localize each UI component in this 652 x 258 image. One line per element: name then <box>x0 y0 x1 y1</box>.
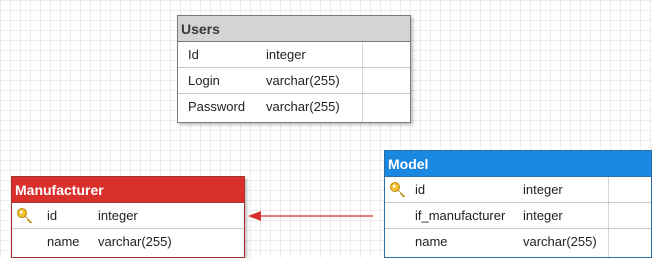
users-table[interactable]: Users Id integer Login varchar(255) Pass… <box>177 15 411 123</box>
field-type: varchar(255) <box>98 234 172 249</box>
field-name: name <box>47 234 80 249</box>
field-name: Password <box>188 99 246 114</box>
table-row[interactable]: id integer <box>12 203 244 229</box>
field-name: Login <box>188 73 220 88</box>
field-name: id <box>47 208 58 223</box>
table-row[interactable]: Login varchar(255) <box>178 68 410 94</box>
field-name: if_manufacturer <box>415 208 506 223</box>
field-type: integer <box>523 182 563 197</box>
table-row[interactable]: name varchar(255) <box>12 229 244 255</box>
manufacturer-table-title[interactable]: Manufacturer <box>12 177 244 203</box>
field-name: id <box>415 182 426 197</box>
model-table[interactable]: Model id integer if_manufacturer integer… <box>384 150 652 258</box>
table-row[interactable]: Id integer <box>178 42 410 68</box>
field-type: varchar(255) <box>523 234 597 249</box>
field-type: varchar(255) <box>266 99 340 114</box>
field-type: varchar(255) <box>266 73 340 88</box>
table-row[interactable]: Password varchar(255) <box>178 94 410 120</box>
field-type: integer <box>98 208 138 223</box>
field-type: integer <box>266 47 306 62</box>
table-row[interactable]: name varchar(255) <box>385 229 651 255</box>
model-table-title[interactable]: Model <box>385 151 651 177</box>
table-row[interactable]: if_manufacturer integer <box>385 203 651 229</box>
field-type: integer <box>523 208 563 223</box>
relation-arrowhead <box>248 211 261 221</box>
manufacturer-table[interactable]: Manufacturer id integer name varchar(255… <box>11 176 245 258</box>
table-row[interactable]: id integer <box>385 177 651 203</box>
key-icon <box>390 182 406 197</box>
field-name: Id <box>188 47 199 62</box>
users-table-title[interactable]: Users <box>178 16 410 42</box>
key-icon <box>17 208 33 223</box>
field-name: name <box>415 234 448 249</box>
